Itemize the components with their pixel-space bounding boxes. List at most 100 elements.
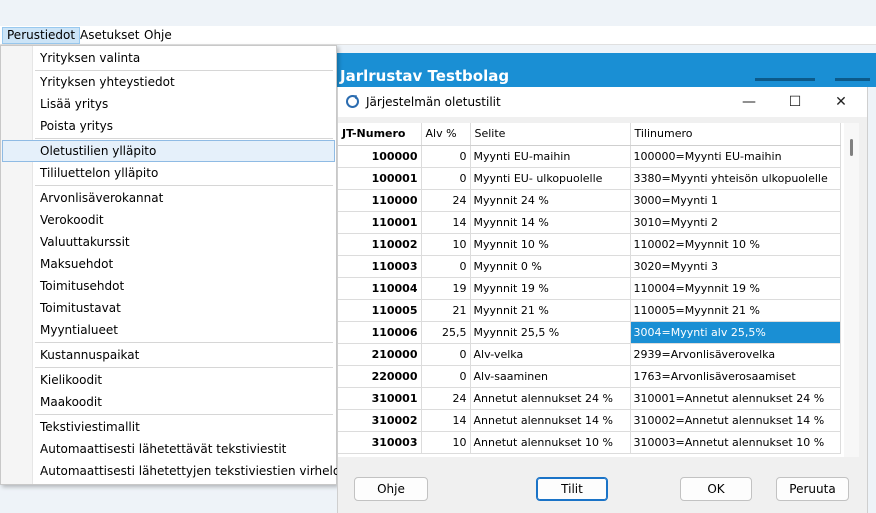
table-row[interactable]: 110001 14 Myynnit 14 % 3010=Myynti 2 <box>338 211 841 234</box>
tilinumero-cell[interactable]: 110002=Myynnit 10 % <box>630 233 841 256</box>
tilinumero-cell[interactable]: 3004=Myynti alv 25,5% <box>630 321 841 344</box>
selite-cell[interactable]: Myynti EU-maihin <box>470 145 631 168</box>
tilinumero-cell[interactable]: 3010=Myynti 2 <box>630 211 841 234</box>
menu-item-yrityksen-yhteystiedot[interactable]: Yrityksen yhteystiedot <box>2 71 335 93</box>
table-row[interactable]: 100001 0 Myynti EU- ulkopuolelle 3380=Myynt… <box>338 167 841 190</box>
menu-asetukset[interactable]: Asetukset <box>76 27 143 44</box>
menu-item-kustannuspaikat[interactable]: Kustannuspaikat <box>2 344 335 366</box>
alv-cell[interactable]: 14 <box>421 409 471 432</box>
jt-numero-cell[interactable]: 110000 <box>338 189 422 212</box>
dialog-titlebar[interactable]: Järjestelmän oletustilit — ☐ ✕ <box>338 87 867 117</box>
selite-cell[interactable]: Alv-velka <box>470 343 631 366</box>
selite-cell[interactable]: Myynti EU- ulkopuolelle <box>470 167 631 190</box>
table-row[interactable]: 110004 19 Myynnit 19 % 110004=Myynnit 19 % <box>338 277 841 300</box>
menu-perustiedot[interactable]: Perustiedot <box>2 27 81 44</box>
accounts-button[interactable]: Tilit <box>536 477 608 501</box>
alv-cell[interactable]: 0 <box>421 343 471 366</box>
tilinumero-cell[interactable]: 110005=Myynnit 21 % <box>630 299 841 322</box>
alv-cell[interactable]: 0 <box>421 255 471 278</box>
tilinumero-cell[interactable]: 1763=Arvonlisäverosaamiset <box>630 365 841 388</box>
selite-cell[interactable]: Annetut alennukset 14 % <box>470 409 631 432</box>
menu-item-myyntialueet[interactable]: Myyntialueet <box>2 319 335 341</box>
menu-item-toimitusehdot[interactable]: Toimitusehdot <box>2 275 335 297</box>
menu-item-toimitustavat[interactable]: Toimitustavat <box>2 297 335 319</box>
menu-item-automaattiset-tekstiviestit[interactable]: Automaattisesti lähetettävät tekstiviest… <box>2 438 335 460</box>
alv-cell[interactable]: 0 <box>421 145 471 168</box>
menu-item-lisaa-yritys[interactable]: Lisää yritys <box>2 93 335 115</box>
selite-cell[interactable]: Annetut alennukset 24 % <box>470 387 631 410</box>
jt-numero-cell[interactable]: 110005 <box>338 299 422 322</box>
tilinumero-cell[interactable]: 3380=Myynti yhteisön ulkopuolelle <box>630 167 841 190</box>
menu-item-poista-yritys[interactable]: Poista yritys <box>2 115 335 137</box>
column-header-tilinumero[interactable]: Tilinumero <box>630 123 841 146</box>
ok-button[interactable]: OK <box>680 477 752 501</box>
tilinumero-cell[interactable]: 2939=Arvonlisäverovelka <box>630 343 841 366</box>
selite-cell[interactable]: Myynnit 25,5 % <box>470 321 631 344</box>
grid-vertical-scrollbar[interactable] <box>844 123 859 457</box>
table-row[interactable]: 220000 0 Alv-saaminen 1763=Arvonlisäverosaa… <box>338 365 841 388</box>
selite-cell[interactable]: Myynnit 10 % <box>470 233 631 256</box>
jt-numero-cell[interactable]: 100000 <box>338 145 422 168</box>
table-row[interactable]: 210000 0 Alv-velka 2939=Arvonlisäverovelka <box>338 343 841 366</box>
tilinumero-cell[interactable]: 310002=Annetut alennukset 14 % <box>630 409 841 432</box>
table-row[interactable]: 110002 10 Myynnit 10 % 110002=Myynnit 10 % <box>338 233 841 256</box>
selite-cell[interactable]: Myynnit 19 % <box>470 277 631 300</box>
menu-item-kielikoodit[interactable]: Kielikoodit <box>2 369 335 391</box>
jt-numero-cell[interactable]: 110004 <box>338 277 422 300</box>
alv-cell[interactable]: 14 <box>421 211 471 234</box>
table-row[interactable]: 110003 0 Myynnit 0 % 3020=Myynti 3 <box>338 255 841 278</box>
maximize-icon[interactable]: ☐ <box>772 87 818 117</box>
menu-item-arvonlisaverokannat[interactable]: Arvonlisäverokannat <box>2 187 335 209</box>
alv-cell[interactable]: 10 <box>421 233 471 256</box>
menu-item-tekstiviestien-virheloki[interactable]: Automaattisesti lähetettyjen tekstiviest… <box>2 460 351 482</box>
tilinumero-cell[interactable]: 110004=Myynnit 19 % <box>630 277 841 300</box>
alv-cell[interactable]: 0 <box>421 167 471 190</box>
menu-item-maksuehdot[interactable]: Maksuehdot <box>2 253 335 275</box>
close-icon[interactable]: ✕ <box>818 87 864 117</box>
alv-cell[interactable]: 19 <box>421 277 471 300</box>
tilinumero-cell[interactable]: 100000=Myynti EU-maihin <box>630 145 841 168</box>
table-row[interactable]: 110005 21 Myynnit 21 % 110005=Myynnit 21 % <box>338 299 841 322</box>
menu-item-valuuttakurssit[interactable]: Valuuttakurssit <box>2 231 335 253</box>
jt-numero-cell[interactable]: 110003 <box>338 255 422 278</box>
selite-cell[interactable]: Myynnit 24 % <box>470 189 631 212</box>
alv-cell[interactable]: 0 <box>421 365 471 388</box>
jt-numero-cell[interactable]: 220000 <box>338 365 422 388</box>
alv-cell[interactable]: 24 <box>421 189 471 212</box>
jt-numero-cell[interactable]: 310001 <box>338 387 422 410</box>
alv-cell[interactable]: 21 <box>421 299 471 322</box>
alv-cell[interactable]: 10 <box>421 431 471 454</box>
table-row[interactable]: 100000 0 Myynti EU-maihin 100000=Myynti EU-… <box>338 145 841 168</box>
column-header-alv[interactable]: Alv % <box>421 123 471 146</box>
jt-numero-cell[interactable]: 100001 <box>338 167 422 190</box>
selite-cell[interactable]: Myynnit 0 % <box>470 255 631 278</box>
menu-item-yrityksen-valinta[interactable]: Yrityksen valinta <box>2 47 335 69</box>
column-header-selite[interactable]: Selite <box>470 123 631 146</box>
selite-cell[interactable]: Myynnit 21 % <box>470 299 631 322</box>
table-row[interactable]: 310002 14 Annetut alennukset 14 % 310002=An… <box>338 409 841 432</box>
jt-numero-cell[interactable]: 110001 <box>338 211 422 234</box>
tilinumero-cell[interactable]: 3020=Myynti 3 <box>630 255 841 278</box>
menu-item-oletustilien-yllapito[interactable]: Oletustilien ylläpito <box>2 140 335 162</box>
table-row[interactable]: 110000 24 Myynnit 24 % 3000=Myynti 1 <box>338 189 841 212</box>
jt-numero-cell[interactable]: 310003 <box>338 431 422 454</box>
selite-cell[interactable]: Annetut alennukset 10 % <box>470 431 631 454</box>
jt-numero-cell[interactable]: 210000 <box>338 343 422 366</box>
jt-numero-cell[interactable]: 110006 <box>338 321 422 344</box>
tilinumero-cell[interactable]: 3000=Myynti 1 <box>630 189 841 212</box>
column-header-jt-numero[interactable]: JT-Numero <box>338 123 422 146</box>
selite-cell[interactable]: Myynnit 14 % <box>470 211 631 234</box>
selite-cell[interactable]: Alv-saaminen <box>470 365 631 388</box>
jt-numero-cell[interactable]: 110002 <box>338 233 422 256</box>
alv-cell[interactable]: 24 <box>421 387 471 410</box>
menu-item-tekstiviestimallit[interactable]: Tekstiviestimallit <box>2 416 335 438</box>
menu-item-maakoodit[interactable]: Maakoodit <box>2 391 335 413</box>
help-button[interactable]: Ohje <box>354 477 428 501</box>
menu-item-tililuettelon-yllapito[interactable]: Tililuettelon ylläpito <box>2 162 335 184</box>
menu-ohje[interactable]: Ohje <box>140 27 176 44</box>
table-row[interactable]: 310001 24 Annetut alennukset 24 % 310001=An… <box>338 387 841 410</box>
table-row[interactable]: 310003 10 Annetut alennukset 10 % 310003=An… <box>338 431 841 454</box>
alv-cell[interactable]: 25,5 <box>421 321 471 344</box>
scrollbar-thumb[interactable] <box>850 139 853 156</box>
tilinumero-cell[interactable]: 310003=Annetut alennukset 10 % <box>630 431 841 454</box>
